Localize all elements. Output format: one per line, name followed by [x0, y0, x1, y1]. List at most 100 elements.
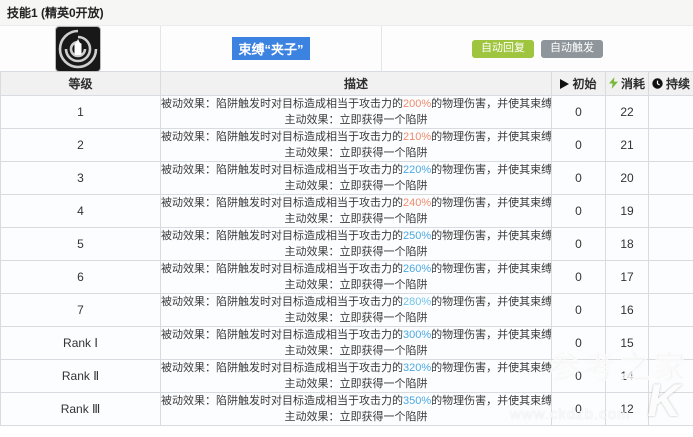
- duration-cell: [649, 228, 693, 261]
- sp-cost-cell: 16: [606, 294, 649, 327]
- duration-cell: [649, 96, 693, 129]
- active-effect-line: 主动效果：立即获得一个陷阱: [161, 145, 551, 161]
- passive-effect-line: 被动效果：陷阱触发时对目标造成相当于攻击力的220%的物理伤害，并使其束缚1.5…: [161, 162, 551, 178]
- description-cell: 被动效果：陷阱触发时对目标造成相当于攻击力的220%的物理伤害，并使其束缚1.5…: [161, 162, 552, 195]
- passive-effect-line: 被动效果：陷阱触发时对目标造成相当于攻击力的210%的物理伤害，并使其束缚1.5…: [161, 129, 551, 145]
- initial-sp-cell: 0: [552, 327, 606, 360]
- table-row: 7被动效果：陷阱触发时对目标造成相当于攻击力的280%的物理伤害，并使其束缚2秒…: [1, 294, 693, 327]
- duration-cell: [649, 360, 693, 393]
- table-row: Rank Ⅰ被动效果：陷阱触发时对目标造成相当于攻击力的300%的物理伤害，并使…: [1, 327, 693, 360]
- description-cell: 被动效果：陷阱触发时对目标造成相当于攻击力的200%的物理伤害，并使其束缚1.5…: [161, 96, 552, 129]
- description-cell: 被动效果：陷阱触发时对目标造成相当于攻击力的300%的物理伤害，并使其束缚2.5…: [161, 327, 552, 360]
- level-cell: Rank Ⅲ: [1, 393, 161, 426]
- active-effect-line: 主动效果：立即获得一个陷阱: [161, 112, 551, 128]
- sp-cost-cell: 21: [606, 129, 649, 162]
- duration-cell: [649, 195, 693, 228]
- initial-sp-cell: 0: [552, 162, 606, 195]
- table-row: 5被动效果：陷阱触发时对目标造成相当于攻击力的250%的物理伤害，并使其束缚1.…: [1, 228, 693, 261]
- sp-cost-cell: 19: [606, 195, 649, 228]
- description-cell: 被动效果：陷阱触发时对目标造成相当于攻击力的260%的物理伤害，并使其束缚1.5…: [161, 261, 552, 294]
- level-cell: 5: [1, 228, 161, 261]
- sp-cost-cell: 22: [606, 96, 649, 129]
- passive-effect-line: 被动效果：陷阱触发时对目标造成相当于攻击力的260%的物理伤害，并使其束缚1.5…: [161, 261, 551, 277]
- sp-cost-cell: 12: [606, 393, 649, 426]
- col-header-initial: 初始: [552, 72, 606, 96]
- level-cell: 6: [1, 261, 161, 294]
- description-cell: 被动效果：陷阱触发时对目标造成相当于攻击力的280%的物理伤害，并使其束缚2秒主…: [161, 294, 552, 327]
- description-cell: 被动效果：陷阱触发时对目标造成相当于攻击力的350%的物理伤害，并使其束缚3秒主…: [161, 393, 552, 426]
- sp-cost-cell: 17: [606, 261, 649, 294]
- skill-panel: 技能1 (精英0开放) 束缚“夹子”: [0, 0, 693, 437]
- skill-name: 束缚“夹子”: [232, 37, 309, 60]
- level-cell: Rank Ⅰ: [1, 327, 161, 360]
- passive-effect-line: 被动效果：陷阱触发时对目标造成相当于攻击力的300%的物理伤害，并使其束缚2.5…: [161, 327, 551, 343]
- sp-cost-cell: 14: [606, 360, 649, 393]
- table-row: Rank Ⅲ被动效果：陷阱触发时对目标造成相当于攻击力的350%的物理伤害，并使…: [1, 393, 693, 426]
- level-cell: 1: [1, 96, 161, 129]
- table-row: 3被动效果：陷阱触发时对目标造成相当于攻击力的220%的物理伤害，并使其束缚1.…: [1, 162, 693, 195]
- skill-table-body: 1被动效果：陷阱触发时对目标造成相当于攻击力的200%的物理伤害，并使其束缚1.…: [1, 96, 693, 426]
- initial-sp-cell: 0: [552, 228, 606, 261]
- initial-sp-cell: 0: [552, 393, 606, 426]
- active-effect-line: 主动效果：立即获得一个陷阱: [161, 178, 551, 194]
- skill-header-row: 束缚“夹子” 自动回复 自动触发: [0, 26, 693, 71]
- table-row: 2被动效果：陷阱触发时对目标造成相当于攻击力的210%的物理伤害，并使其束缚1.…: [1, 129, 693, 162]
- skill-badges-cell: 自动回复 自动触发: [381, 26, 693, 71]
- sp-cost-cell: 18: [606, 228, 649, 261]
- level-cell: 7: [1, 294, 161, 327]
- clock-icon: [652, 78, 663, 89]
- initial-sp-cell: 0: [552, 195, 606, 228]
- description-cell: 被动效果：陷阱触发时对目标造成相当于攻击力的210%的物理伤害，并使其束缚1.5…: [161, 129, 552, 162]
- duration-cell: [649, 162, 693, 195]
- description-cell: 被动效果：陷阱触发时对目标造成相当于攻击力的320%的物理伤害，并使其束缚2.5…: [161, 360, 552, 393]
- table-row: 4被动效果：陷阱触发时对目标造成相当于攻击力的240%的物理伤害，并使其束缚1.…: [1, 195, 693, 228]
- passive-effect-line: 被动效果：陷阱触发时对目标造成相当于攻击力的350%的物理伤害，并使其束缚3秒: [161, 393, 551, 409]
- col-header-duration: 持续: [649, 72, 693, 96]
- table-row: 6被动效果：陷阱触发时对目标造成相当于攻击力的260%的物理伤害，并使其束缚1.…: [1, 261, 693, 294]
- active-effect-line: 主动效果：立即获得一个陷阱: [161, 211, 551, 227]
- play-icon: [560, 79, 569, 89]
- active-effect-line: 主动效果：立即获得一个陷阱: [161, 277, 551, 293]
- sp-recovery-badge: 自动回复: [472, 40, 534, 58]
- panel-title: 技能1 (精英0开放): [7, 4, 104, 21]
- level-cell: 3: [1, 162, 161, 195]
- table-row: 1被动效果：陷阱触发时对目标造成相当于攻击力的200%的物理伤害，并使其束缚1.…: [1, 96, 693, 129]
- active-effect-line: 主动效果：立即获得一个陷阱: [161, 409, 551, 425]
- passive-effect-line: 被动效果：陷阱触发时对目标造成相当于攻击力的200%的物理伤害，并使其束缚1.5…: [161, 96, 551, 112]
- lightning-icon: [609, 77, 618, 89]
- active-effect-line: 主动效果：立即获得一个陷阱: [161, 310, 551, 326]
- active-effect-line: 主动效果：立即获得一个陷阱: [161, 376, 551, 392]
- description-cell: 被动效果：陷阱触发时对目标造成相当于攻击力的250%的物理伤害，并使其束缚1.5…: [161, 228, 552, 261]
- initial-sp-cell: 0: [552, 129, 606, 162]
- description-cell: 被动效果：陷阱触发时对目标造成相当于攻击力的240%的物理伤害，并使其束缚1.5…: [161, 195, 552, 228]
- level-cell: 2: [1, 129, 161, 162]
- passive-effect-line: 被动效果：陷阱触发时对目标造成相当于攻击力的320%的物理伤害，并使其束缚2.5…: [161, 360, 551, 376]
- initial-sp-cell: 0: [552, 294, 606, 327]
- level-cell: 4: [1, 195, 161, 228]
- col-header-level: 等级: [1, 72, 161, 96]
- duration-cell: [649, 129, 693, 162]
- col-header-desc: 描述: [161, 72, 552, 96]
- passive-effect-line: 被动效果：陷阱触发时对目标造成相当于攻击力的250%的物理伤害，并使其束缚1.5…: [161, 228, 551, 244]
- skill-table: 等级 描述 初始 消耗 持续 1被动效果：陷阱触发时对目标造成相当于攻击力的20…: [0, 71, 693, 426]
- duration-cell: [649, 261, 693, 294]
- trigger-type-badge: 自动触发: [541, 40, 603, 58]
- active-effect-line: 主动效果：立即获得一个陷阱: [161, 244, 551, 260]
- level-cell: Rank Ⅱ: [1, 360, 161, 393]
- initial-sp-cell: 0: [552, 360, 606, 393]
- passive-effect-line: 被动效果：陷阱触发时对目标造成相当于攻击力的240%的物理伤害，并使其束缚1.5…: [161, 195, 551, 211]
- duration-cell: [649, 294, 693, 327]
- skill-icon: [56, 27, 100, 71]
- initial-sp-cell: 0: [552, 261, 606, 294]
- skill-icon-cell: [0, 26, 160, 71]
- initial-sp-cell: 0: [552, 96, 606, 129]
- duration-cell: [649, 393, 693, 426]
- duration-cell: [649, 327, 693, 360]
- panel-title-bar: 技能1 (精英0开放): [0, 0, 693, 26]
- sp-cost-cell: 20: [606, 162, 649, 195]
- passive-effect-line: 被动效果：陷阱触发时对目标造成相当于攻击力的280%的物理伤害，并使其束缚2秒: [161, 294, 551, 310]
- active-effect-line: 主动效果：立即获得一个陷阱: [161, 343, 551, 359]
- col-header-cost: 消耗: [606, 72, 649, 96]
- table-header-row: 等级 描述 初始 消耗 持续: [1, 72, 693, 96]
- table-row: Rank Ⅱ被动效果：陷阱触发时对目标造成相当于攻击力的320%的物理伤害，并使…: [1, 360, 693, 393]
